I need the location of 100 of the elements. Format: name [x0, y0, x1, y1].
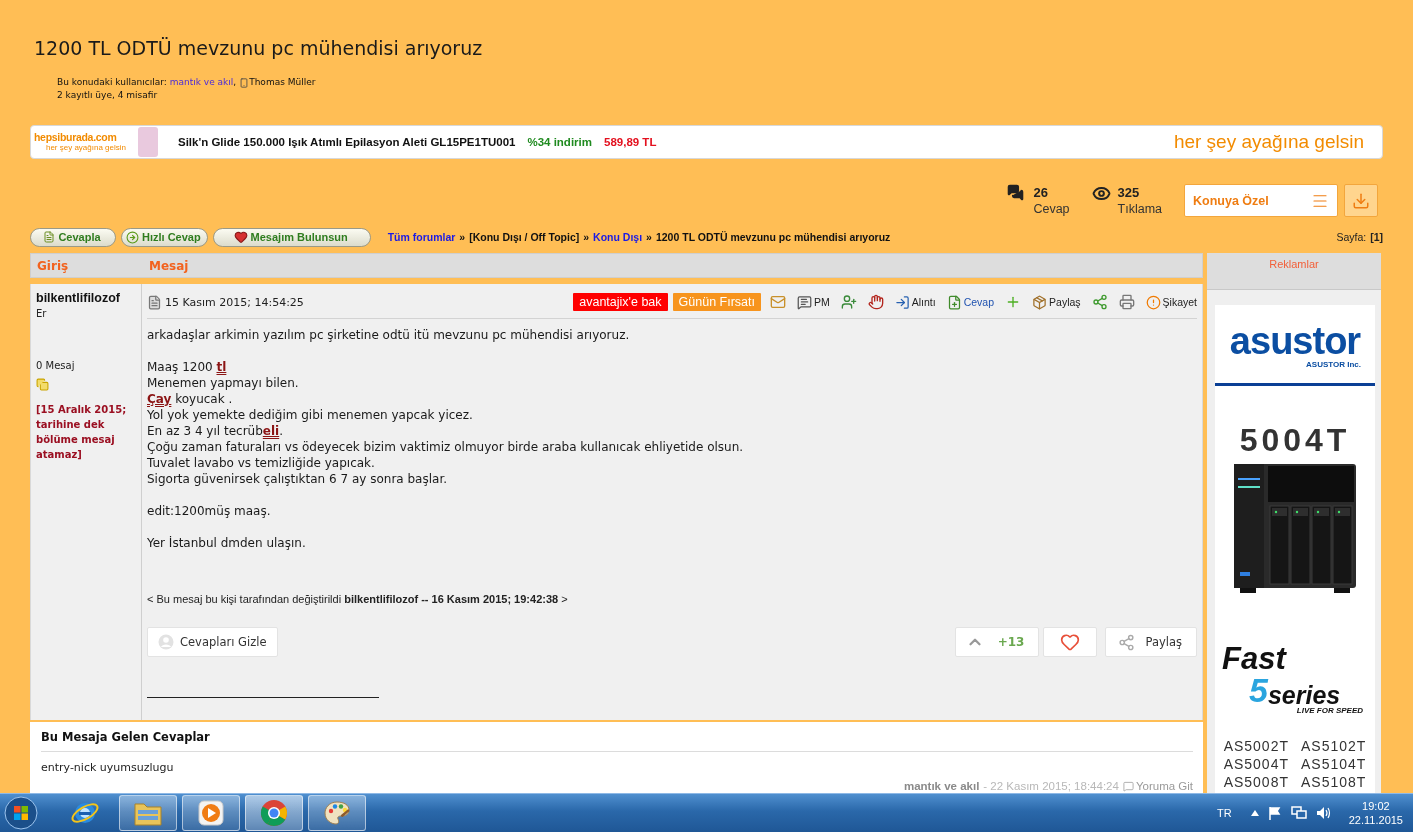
breadcrumb-text: [Konu Dışı / Off Topic] [469, 231, 580, 243]
pm-link[interactable]: PM [797, 294, 830, 310]
model-name: AS5008T [1223, 773, 1289, 791]
ad-card[interactable]: asustor ASUSTOR Inc. 5004T Fast 5series LIVE FOR SPEED AS5002T AS5102T AS5004T AS5104T AS5008T AS5108T [1215, 305, 1375, 793]
taskbar-button[interactable] [119, 795, 177, 831]
column-header: Mesaj [148, 258, 189, 273]
taskbar-button[interactable] [182, 795, 240, 831]
photo-placeholder [138, 127, 158, 157]
author-name: bilkentlifilozof [36, 291, 121, 305]
report-link[interactable]: Şikayet [1145, 294, 1197, 310]
speaker-icon[interactable] [1315, 806, 1332, 820]
language-indicator[interactable]: TR [1217, 807, 1232, 819]
stat-value: 26 [1033, 184, 1049, 201]
viewers-label: Bu konudaki kullanıcılar: [57, 76, 167, 89]
clock-time[interactable]: 19:02 [1362, 799, 1390, 813]
share-icon [1118, 633, 1136, 651]
model-name: AS5004T [1223, 755, 1289, 773]
play-icon [197, 799, 225, 827]
download-icon [1352, 191, 1370, 210]
share-button[interactable]: Paylaş [1105, 627, 1197, 657]
model-name: AS5104T [1301, 755, 1367, 773]
viewer-count: 2 kayıtlı üye, 4 misafir [57, 89, 158, 102]
share-icon[interactable] [1091, 294, 1108, 310]
page-title: 1200 TL ODTÜ mevzunu pc mühendisi arıyoruz [34, 36, 483, 60]
keyword-link[interactable]: eli [262, 424, 280, 438]
brand-subtitle: ASUSTOR Inc. [1306, 360, 1361, 369]
sidebar-title: Reklamlar [1269, 258, 1319, 270]
share-link[interactable]: Paylaş [1032, 294, 1081, 310]
message-text: Yol yok yemekte dediğim gibi menemen yapcak yicez. [147, 407, 473, 423]
model-title: 5004T [1239, 424, 1351, 456]
series-number: 5 [1249, 674, 1268, 706]
printer-icon[interactable] [1118, 294, 1135, 310]
separator-text: , [233, 76, 237, 89]
replies-title: Bu Mesaja Gelen Cevaplar [41, 730, 1193, 752]
message-text: Yer İstanbul dmden ulaşın. [147, 535, 306, 551]
brand-logo-text: asustor [1229, 322, 1361, 360]
ad-banner[interactable]: hepsiburada.com her şey ayağına gelsin Silk'n Glide 150.000 Işık Atımlı Epilasyon Aleti GL15PE1TU001 %34 indirim 589,89 TL her şey ayağına gelsin [30, 125, 1383, 159]
ban-note: [15 Aralık 2015; tarihine dek bölüme mesaj atamaz] [36, 403, 128, 462]
edit-note: < Bu mesaj bu kişi tarafından değiştirildi bilkentlifilozof -- 16 Kasım 2015; 19:42:38 > [147, 593, 568, 605]
message-icon [797, 294, 812, 310]
envelope-icon[interactable] [770, 294, 786, 310]
breadcrumb-separator: » [459, 231, 466, 243]
message-text: Sigorta güvenirsek çalıştıktan 6 7 ay sonra başlar. [147, 471, 448, 487]
quick-reply-button[interactable]: Hızlı Cevap [121, 227, 208, 247]
message-text: arkadaşlar arkimin yazılım pc şirketine odtü itü mevzunu pc mühendisi arıyoruz. [147, 327, 630, 343]
start-button[interactable] [4, 796, 38, 830]
triangle-up-icon[interactable] [1250, 810, 1259, 816]
discount-text: %34 indirim [527, 136, 592, 148]
user-name: Thomas Müller [249, 76, 316, 89]
page-label: Sayfa: [1336, 231, 1367, 243]
clock-date[interactable]: 22.11.2015 [1348, 813, 1403, 827]
promo-badge[interactable]: avantajix'e bak [573, 293, 668, 311]
message-text: Çoğu zaman faturaları vs ödeyecek bizim vaktimiz olmuyor birde araba kullanıcak ehliyetide olsun. [147, 439, 744, 455]
heart-icon [233, 230, 248, 244]
comment-icon [1122, 781, 1134, 792]
vote-count: +13 [997, 635, 1025, 649]
message-text: Tuvalet lavabo vs temizliğide yapıcak. [147, 455, 375, 471]
slogan-text: her şey ayağına gelsin [1173, 131, 1364, 153]
message-count: 0 Mesaj [36, 360, 75, 371]
reply-date: - 22 Kasım 2015; 18:44:24 [983, 780, 1119, 793]
taskbar-button[interactable] [245, 795, 303, 831]
hide-replies-button[interactable]: Cevapları Gizle [147, 627, 278, 657]
series-title: Fast [1222, 644, 1286, 674]
reply-text: entry-nick uyumsuzlugu [41, 761, 174, 774]
avatar-icon [158, 634, 174, 650]
hand-icon[interactable] [867, 294, 884, 310]
eye-icon [1091, 184, 1111, 203]
message-text: Menemen yapmayı bilen. [147, 375, 299, 391]
documents-icon [36, 378, 49, 391]
phone-icon [239, 77, 250, 88]
author-rank: Er [36, 308, 47, 319]
document-icon [946, 294, 962, 310]
series-name: series [1267, 684, 1341, 706]
breadcrumb-link[interactable]: Konu Dışı [593, 231, 643, 243]
taskbar-button[interactable] [308, 795, 366, 831]
breadcrumb-separator: » [583, 231, 590, 243]
reply-button[interactable]: Cevapla [30, 227, 116, 247]
logo-text: hepsiburada.com [34, 132, 117, 143]
keyword-link[interactable]: tl [216, 360, 227, 374]
chat-icon [1007, 184, 1025, 201]
column-header: Giriş [36, 258, 69, 273]
user-plus-icon[interactable] [840, 294, 857, 310]
stat-label: Cevap [1033, 201, 1070, 217]
product-name: Silk'n Glide 150.000 Işık Atımlı Epilasyon Aleti GL15PE1TU001 [178, 136, 516, 148]
like-button[interactable] [1043, 627, 1098, 657]
breadcrumb-link[interactable]: Tüm forumlar [387, 231, 456, 243]
stat-label: Tıklama [1117, 201, 1162, 217]
browser-icon [259, 798, 289, 828]
package-icon [1032, 294, 1048, 310]
reply-link[interactable]: Cevap [946, 294, 995, 310]
reply-author[interactable]: mantık ve akıl [903, 780, 980, 793]
stat-value: 325 [1117, 184, 1141, 201]
network-icon[interactable] [1290, 806, 1307, 820]
follow-button[interactable]: Mesajım Bulunsun [212, 227, 371, 247]
message-text: edit:1200müş maaş. [147, 503, 271, 519]
arrow-in-icon [894, 294, 910, 310]
flag-icon[interactable] [1267, 806, 1282, 820]
page-link[interactable]: [1] [1370, 231, 1383, 243]
keyword-link[interactable]: Çay [147, 392, 172, 406]
quote-link[interactable]: Alıntı [894, 294, 936, 310]
